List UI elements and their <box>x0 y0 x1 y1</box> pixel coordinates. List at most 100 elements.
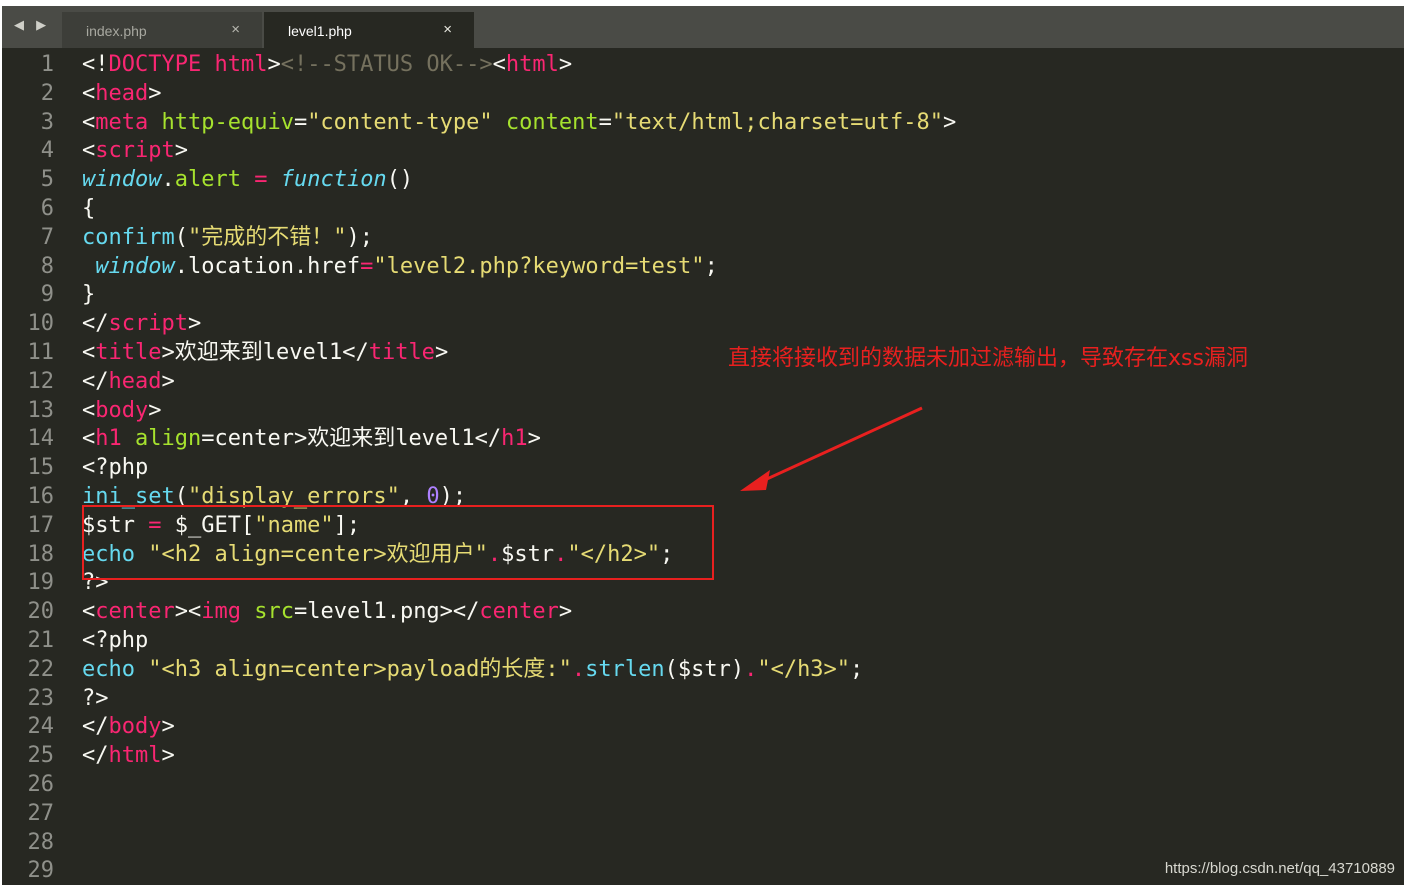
code-token: h1 <box>501 426 528 451</box>
code-token: strlen <box>585 657 664 682</box>
highlight-box <box>82 505 714 580</box>
code-token: echo <box>82 657 135 682</box>
line-number: 27 <box>2 800 54 829</box>
code-editor[interactable]: 1 <!DOCTYPE html><!--STATUS OK--><html>2<… <box>2 48 1404 885</box>
code-text: <center><img src=level1.png></center> <box>82 598 572 627</box>
code-token: < <box>82 426 95 451</box>
line-number: 10 <box>2 310 54 339</box>
code-line[interactable]: 13<body> <box>2 397 1404 426</box>
code-token <box>122 426 135 451</box>
code-token: < <box>82 599 95 624</box>
code-line[interactable]: 22echo "<h3 align=center>payload的长度:".st… <box>2 656 1404 685</box>
code-text: <h1 align=center>欢迎来到level1</h1> <box>82 425 541 454</box>
code-line[interactable]: 2<head> <box>2 80 1404 109</box>
tab-nav-arrows-icon[interactable]: ◀ ▶ <box>14 18 50 33</box>
code-token: "level2.php?keyword=test" <box>373 254 704 279</box>
code-token: </ <box>82 743 109 768</box>
code-token: =level1.png></ <box>294 599 479 624</box>
code-line[interactable]: 3<meta http-equiv="content-type" content… <box>2 109 1404 138</box>
line-number: 14 <box>2 425 54 454</box>
code-token: ; <box>850 657 863 682</box>
code-line[interactable]: 15<?php <box>2 454 1404 483</box>
code-token: head <box>109 369 162 394</box>
code-text: <?php <box>82 454 148 483</box>
code-text: <script> <box>82 137 188 166</box>
code-line[interactable]: 25</html> <box>2 742 1404 771</box>
code-line[interactable]: 28 <box>2 829 1404 858</box>
code-line[interactable]: 23?> <box>2 685 1404 714</box>
code-token: body <box>95 398 148 423</box>
code-token: html <box>109 743 162 768</box>
line-number: 24 <box>2 713 54 742</box>
code-text: echo "<h3 align=center>payload的长度:".strl… <box>82 656 863 685</box>
code-line[interactable]: 10 </script> <box>2 310 1404 339</box>
code-line[interactable]: 4<script> <box>2 137 1404 166</box>
code-token: < <box>82 340 95 365</box>
tab-level1-php[interactable]: level1.php × <box>264 12 474 48</box>
code-text: <!DOCTYPE html><!--STATUS OK--><html> <box>82 51 572 80</box>
close-icon[interactable]: × <box>231 21 240 38</box>
code-token: <?php <box>82 455 148 480</box>
code-text: ?> <box>82 685 109 714</box>
code-line[interactable]: 14 <h1 align=center>欢迎来到level1</h1> <box>2 425 1404 454</box>
line-number: 16 <box>2 483 54 512</box>
code-line[interactable]: 20<center><img src=level1.png></center> <box>2 598 1404 627</box>
annotation-text: 直接将接收到的数据未加过滤输出，导致存在xss漏洞 <box>728 340 1248 372</box>
code-token <box>241 599 254 624</box>
code-token: } <box>82 282 95 307</box>
code-token <box>201 52 214 77</box>
code-line[interactable]: 8 window.location.href="level2.php?keywo… <box>2 253 1404 282</box>
code-token: align <box>135 426 201 451</box>
code-line[interactable]: 26 <box>2 771 1404 800</box>
code-line[interactable]: 7confirm("完成的不错！"); <box>2 224 1404 253</box>
code-token <box>135 657 148 682</box>
code-line[interactable]: 24</body> <box>2 713 1404 742</box>
code-token: <! <box>82 52 109 77</box>
code-token: confirm <box>82 225 175 250</box>
code-token: ?> <box>82 686 109 711</box>
code-token: { <box>82 196 95 221</box>
line-number: 1 <box>2 51 54 80</box>
code-line[interactable]: 5window.alert = function() <box>2 166 1404 195</box>
code-line[interactable]: 21<?php <box>2 627 1404 656</box>
code-token: = <box>599 110 612 135</box>
close-icon[interactable]: × <box>443 21 452 38</box>
code-token: center <box>95 599 174 624</box>
line-number: 20 <box>2 598 54 627</box>
code-token: ($str) <box>665 657 744 682</box>
line-number: 17 <box>2 512 54 541</box>
code-token: h1 <box>95 426 122 451</box>
tab-bar: ◀ ▶ index.php × level1.php × <box>2 6 1404 48</box>
line-number: 29 <box>2 857 54 886</box>
code-line[interactable]: 12</head> <box>2 368 1404 397</box>
code-text: </html> <box>82 742 175 771</box>
code-token: <!--STATUS OK--> <box>281 52 493 77</box>
code-line[interactable]: 6{ <box>2 195 1404 224</box>
code-text: </script> <box>82 310 201 339</box>
code-token <box>82 254 95 279</box>
code-token: > <box>161 714 174 739</box>
line-number: 11 <box>2 339 54 368</box>
code-line[interactable]: 1 <!DOCTYPE html><!--STATUS OK--><html> <box>2 51 1404 80</box>
code-token: body <box>109 714 162 739</box>
tab-label: level1.php <box>288 23 352 39</box>
code-token: >欢迎来到level1</ <box>161 340 368 365</box>
code-token: content <box>506 110 599 135</box>
code-token: </ <box>82 311 109 336</box>
code-text: window.location.href="level2.php?keyword… <box>82 253 718 282</box>
code-token: "text/html;charset=utf-8" <box>612 110 943 135</box>
code-token: <?php <box>82 628 148 653</box>
code-token: head <box>95 81 148 106</box>
code-line[interactable]: 9} <box>2 281 1404 310</box>
code-token: meta <box>95 110 148 135</box>
tab-index-php[interactable]: index.php × <box>62 12 262 48</box>
code-token: ( <box>175 225 188 250</box>
code-token: </ <box>82 369 109 394</box>
code-text: <title>欢迎来到level1</title> <box>82 339 448 368</box>
editor-window: ◀ ▶ index.php × level1.php × 1 <!DOCTYPE … <box>2 6 1404 885</box>
code-token: . <box>744 657 757 682</box>
code-token: = <box>294 110 307 135</box>
line-number: 5 <box>2 166 54 195</box>
tab-label: index.php <box>86 23 147 39</box>
code-line[interactable]: 27 <box>2 800 1404 829</box>
